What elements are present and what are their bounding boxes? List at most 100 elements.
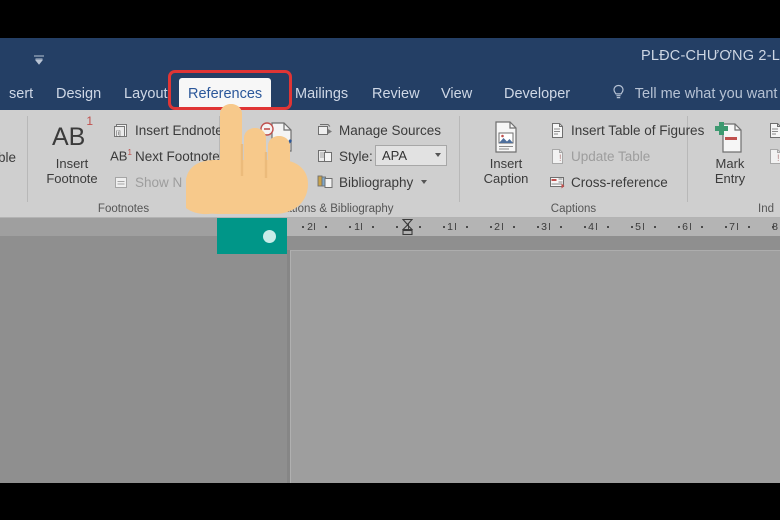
ruler-minor-tick (513, 226, 516, 228)
insert-index-icon (766, 121, 780, 139)
bibliography-icon (316, 173, 334, 191)
insert-table-of-figures-button[interactable]: Insert Table of Figures (548, 119, 704, 141)
captions-group-label: Captions (550, 203, 597, 215)
tab-insert[interactable]: sert (0, 78, 42, 110)
lightbulb-icon (611, 81, 626, 99)
ruler-tick: 4 (588, 221, 594, 233)
svg-text:!: ! (777, 153, 780, 163)
svg-text:[i]: [i] (116, 131, 121, 137)
style-label: Style: (339, 148, 373, 164)
ribbon-tab-strip: sert Design Layout References Mailings Review… (0, 78, 780, 110)
tell-me-label: Tell me what you want t (634, 86, 780, 102)
ruler-minor-tick (395, 226, 398, 228)
ruler-minor-tick (313, 223, 315, 230)
mark-entry-icon (694, 118, 766, 156)
pointing-hand-icon (186, 104, 308, 259)
ruler-tick: 1 (447, 221, 453, 233)
ruler-minor-tick (325, 226, 328, 228)
indent-marker-icon[interactable] (401, 218, 414, 236)
ruler-minor-tick (489, 226, 492, 228)
ruler-minor-tick (595, 223, 597, 230)
ruler-minor-tick (536, 226, 539, 228)
ribbon: ble AB1 Insert Footnote [i] Insert Endno… (0, 110, 780, 218)
ruler-minor-tick (630, 226, 633, 228)
ruler-minor-tick (771, 226, 774, 228)
ruler-minor-tick (607, 226, 610, 228)
update-table-button[interactable]: ! Update Table (548, 145, 650, 167)
citation-style-value: APA (382, 148, 408, 163)
style-row: Style: (316, 145, 373, 167)
show-notes-label: Show N (135, 174, 183, 190)
document-title: PLĐC-CHƯƠNG 2-L (640, 48, 780, 64)
document-canvas[interactable] (0, 236, 780, 483)
ab-superscript-icon: AB1 (51, 114, 94, 151)
mark-entry-button[interactable]: Mark Entry (694, 118, 766, 186)
cross-reference-label: Cross-reference (571, 174, 668, 190)
bibliography-button[interactable]: Bibliography (316, 171, 428, 193)
ruler-minor-tick (548, 223, 550, 230)
ruler-tick: 6 (682, 221, 688, 233)
ruler-minor-tick (724, 226, 727, 228)
ruler-tick: 2 (494, 221, 500, 233)
insert-footnote-button[interactable]: AB1 Insert Footnote (36, 114, 108, 186)
ruler-minor-tick (454, 223, 456, 230)
citation-style-select[interactable]: APA (375, 145, 447, 166)
next-footnote-icon: AB1 (110, 148, 132, 164)
ruler-minor-tick (701, 226, 704, 228)
table-of-figures-icon (548, 121, 566, 139)
manage-sources-button[interactable]: Manage Sources (316, 119, 441, 141)
tab-design[interactable]: Design (47, 78, 110, 110)
tab-view[interactable]: View (432, 78, 481, 110)
update-table-label: Update Table (571, 148, 651, 164)
ruler-tick: 1 (354, 221, 360, 233)
horizontal-ruler[interactable]: 2112345678 (0, 218, 780, 236)
screenshot-stage: PLĐC-CHƯƠNG 2-L sert Design Layout Referenc… (0, 0, 780, 520)
ruler-minor-tick (677, 226, 680, 228)
show-notes-button[interactable]: Show N (112, 171, 182, 193)
ruler-minor-tick (348, 226, 351, 228)
ruler-minor-tick (360, 223, 362, 230)
ruler-minor-tick (736, 223, 738, 230)
index-group-label: Ind (758, 203, 774, 215)
toc-partial-label[interactable]: ble (0, 150, 16, 165)
ruler-minor-tick (419, 226, 422, 228)
title-bar: PLĐC-CHƯƠNG 2-L (0, 38, 780, 78)
ruler-minor-tick (642, 223, 644, 230)
insert-caption-label: Insert Caption (483, 156, 529, 186)
ribbon-group-captions: Insert Caption Insert Table of Figures !… (460, 110, 704, 218)
ruler-minor-tick (372, 226, 375, 228)
insert-index-button[interactable]: In (766, 119, 780, 141)
endnote-icon: [i] (112, 121, 130, 139)
tab-review[interactable]: Review (363, 78, 429, 110)
update-index-icon: ! (766, 147, 780, 165)
ruler-minor-tick (501, 223, 503, 230)
insert-caption-button[interactable]: Insert Caption (470, 118, 542, 186)
show-notes-icon (112, 173, 130, 191)
ruler-tick: 7 (729, 221, 735, 233)
ribbon-group-index: Mark Entry In (688, 110, 780, 218)
insert-caption-icon (470, 118, 542, 156)
chevron-down-icon (435, 153, 441, 157)
svg-text:!: ! (559, 153, 562, 163)
ruler-tick: 3 (541, 221, 547, 233)
ruler-minor-tick (442, 226, 445, 228)
letterbox-top (0, 0, 780, 38)
insert-footnote-label: Insert Footnote (46, 156, 98, 186)
ribbon-group-table-of-contents: ble (0, 110, 27, 218)
insert-table-of-figures-label: Insert Table of Figures (571, 122, 705, 138)
document-page[interactable] (290, 250, 780, 483)
ruler-minor-tick (560, 226, 563, 228)
update-table-icon: ! (548, 147, 566, 165)
ruler-minor-tick (466, 226, 469, 228)
style-icon (316, 147, 334, 165)
ruler-tick: 5 (635, 221, 641, 233)
cross-reference-icon (548, 173, 566, 191)
chevron-down-icon[interactable] (32, 53, 46, 65)
bibliography-label: Bibliography (339, 174, 414, 190)
tab-developer[interactable]: Developer (495, 78, 579, 110)
cross-reference-button[interactable]: Cross-reference (548, 171, 668, 193)
ruler-minor-tick (654, 226, 657, 228)
tell-me-search[interactable]: Tell me what you want t (611, 78, 780, 110)
update-index-button[interactable]: ! U (766, 145, 780, 167)
mark-entry-label: Mark Entry (714, 156, 746, 186)
